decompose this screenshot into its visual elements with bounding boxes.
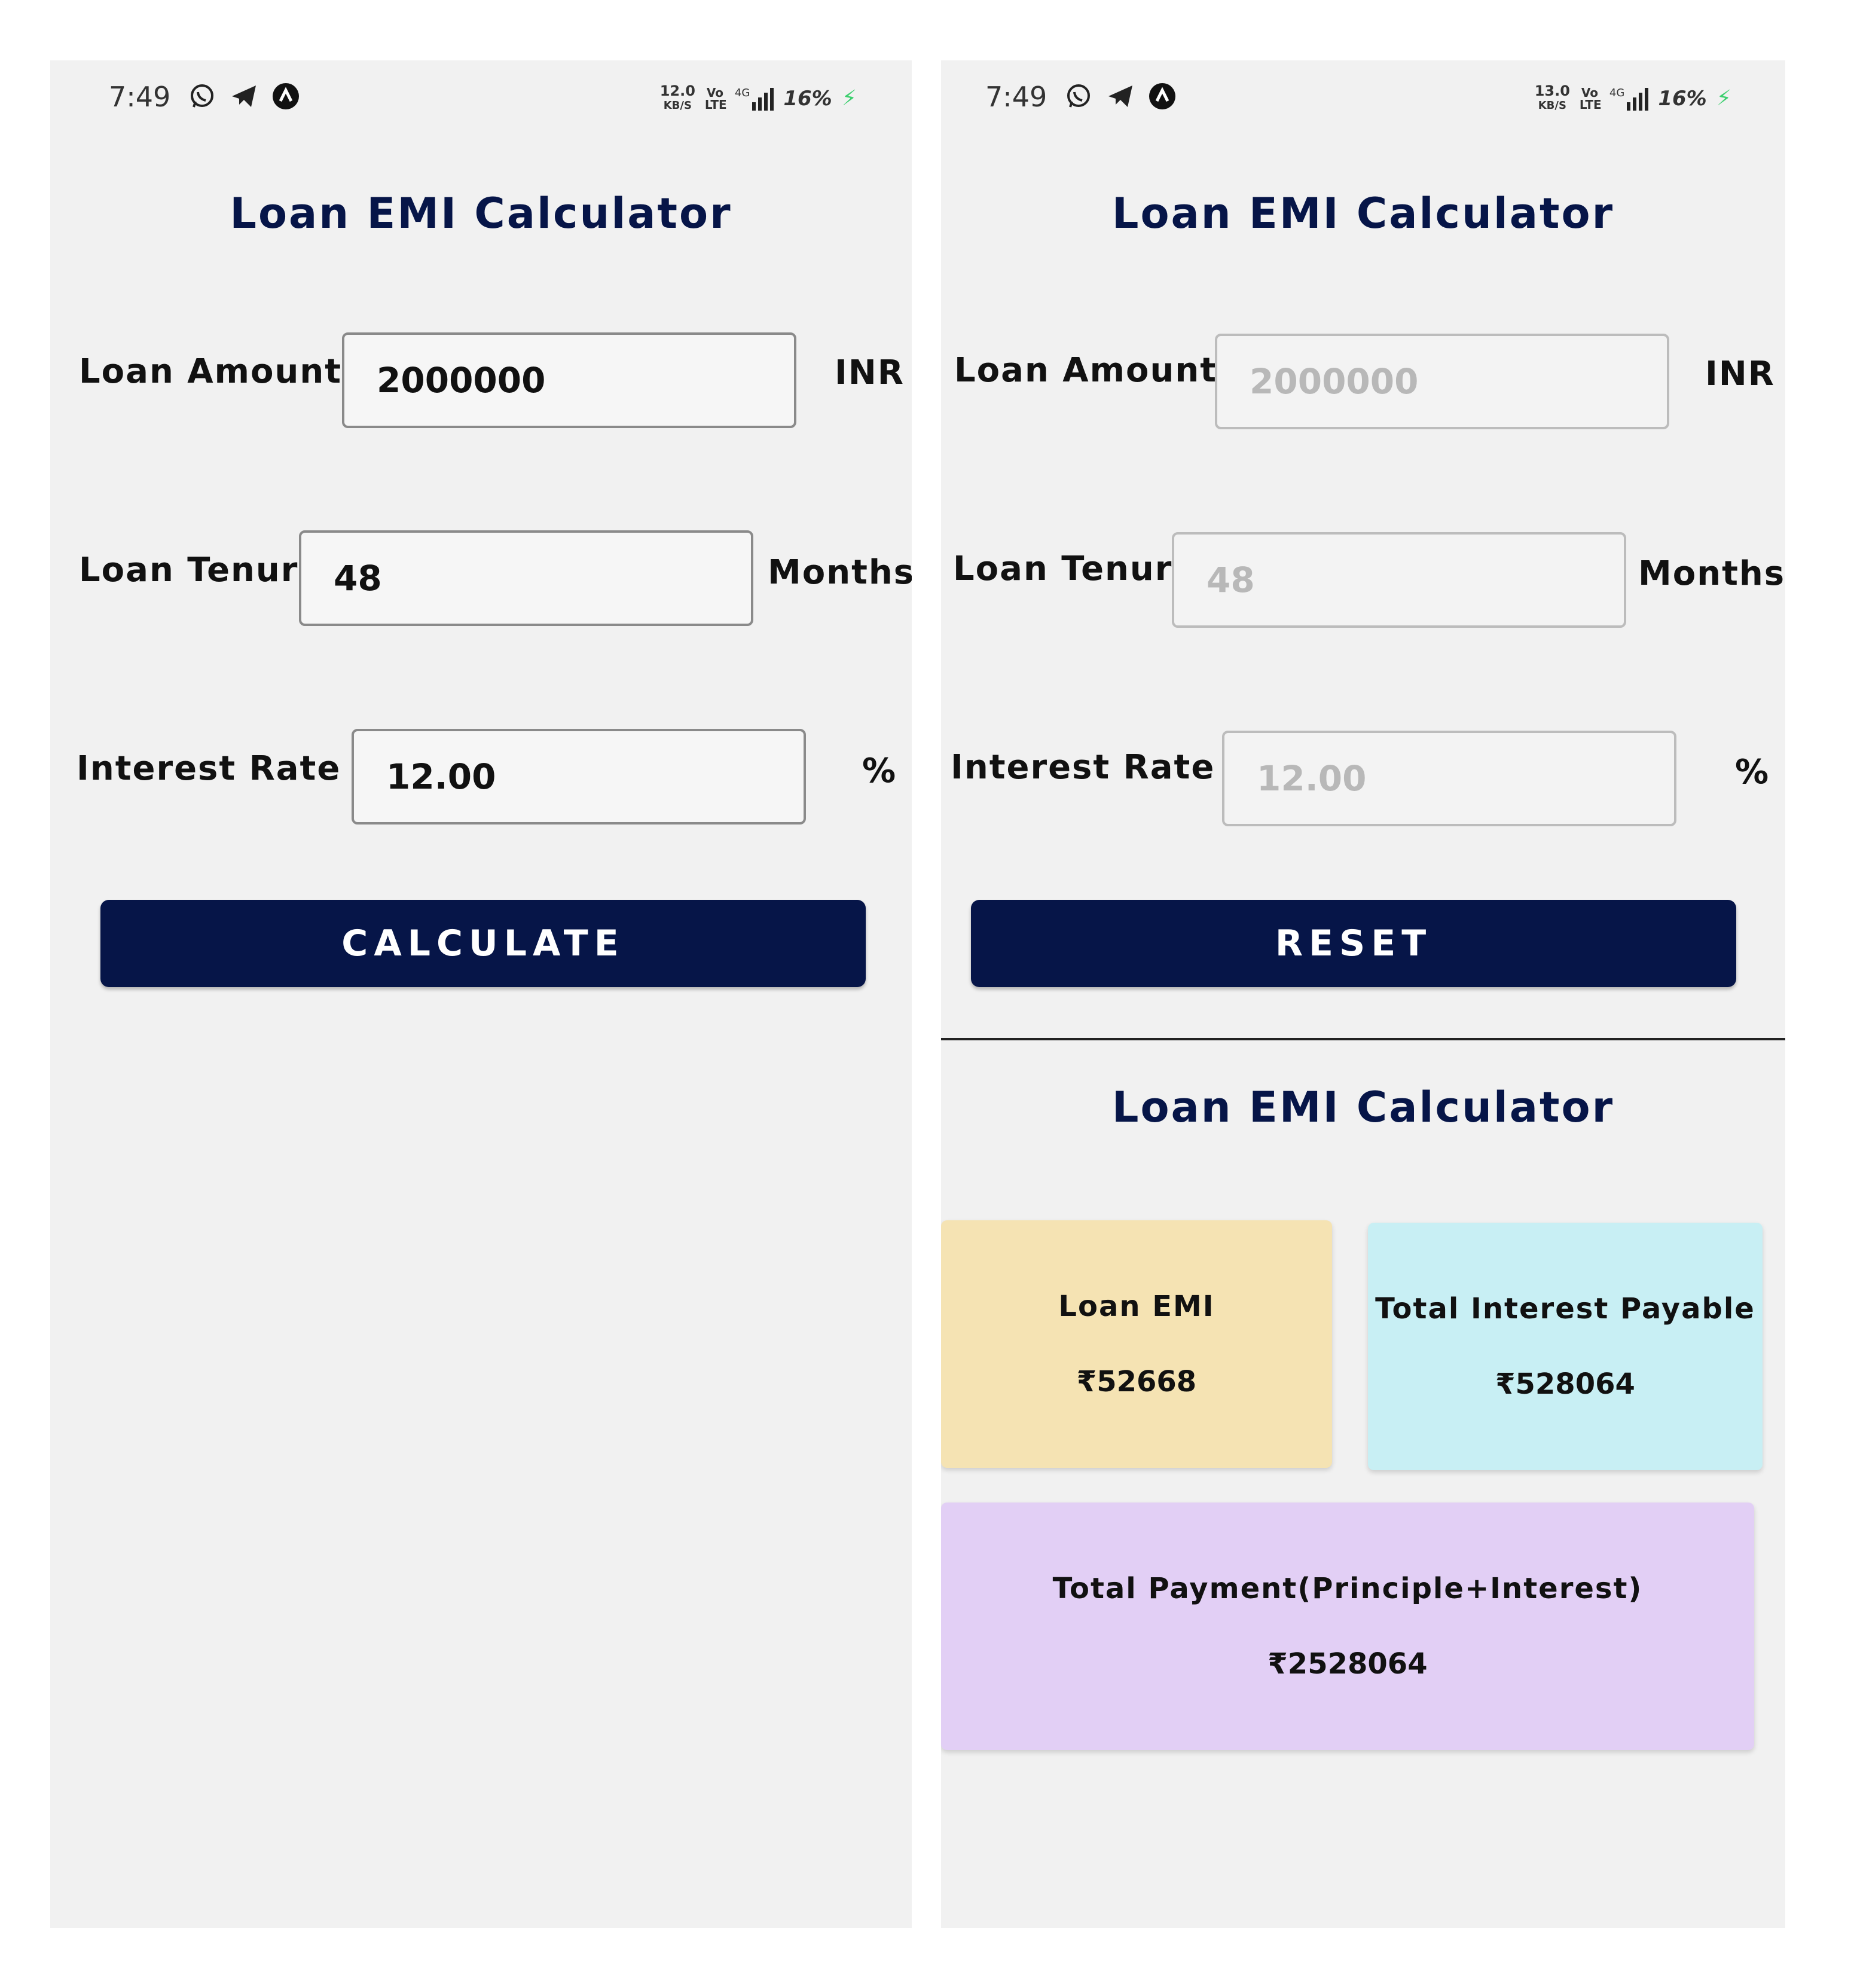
loan-tenure-input[interactable]: 48: [1172, 532, 1626, 628]
loan-tenure-input[interactable]: 48: [299, 530, 753, 626]
loan-amount-unit: INR: [1705, 355, 1775, 393]
status-bar: 7:49 12.0 KB/S Vo LTE 4G 16% ⚡: [50, 60, 912, 138]
loan-amount-label: Loan Amount: [79, 352, 342, 391]
whatsapp-icon: [188, 82, 216, 111]
interest-rate-input[interactable]: 12.00: [1222, 731, 1676, 826]
battery-level: 16%: [1658, 86, 1707, 111]
loan-amount-unit: INR: [835, 353, 905, 392]
total-payment-card: Total Payment(Principle+Interest) ₹25280…: [941, 1503, 1754, 1750]
volte-indicator: Vo LTE: [704, 85, 727, 112]
divider: [941, 1038, 1785, 1040]
interest-rate-label: Interest Rate: [77, 749, 341, 788]
calculator-screen-input: 7:49 12.0 KB/S Vo LTE 4G 16% ⚡ Loan EMI C…: [50, 60, 912, 1928]
total-payment-label: Total Payment(Principle+Interest): [1052, 1572, 1643, 1605]
battery-level: 16%: [783, 86, 832, 111]
reset-button[interactable]: RESET: [971, 900, 1736, 987]
telegram-icon: [230, 82, 258, 111]
calculate-button[interactable]: CALCULATE: [100, 900, 866, 987]
loan-emi-label: Loan EMI: [1058, 1290, 1215, 1323]
total-interest-label: Total Interest Payable: [1375, 1292, 1755, 1326]
loan-tenure-unit: Months: [1638, 554, 1785, 593]
interest-rate-unit: %: [1735, 753, 1770, 792]
app-icon: [1148, 82, 1177, 111]
calculator-screen-result: 7:49 13.0 KB/S Vo LTE 4G 16% ⚡ Loan EMI C…: [941, 60, 1785, 1928]
loan-amount-input[interactable]: 2000000: [342, 332, 796, 428]
loan-amount-label: Loan Amount: [954, 351, 1217, 390]
charging-icon: ⚡: [1716, 86, 1731, 111]
total-interest-value: ₹528064: [1495, 1367, 1635, 1401]
status-bar: 7:49 13.0 KB/S Vo LTE 4G 16% ⚡: [941, 60, 1785, 138]
total-payment-value: ₹2528064: [1267, 1647, 1428, 1681]
signal-icon: 4G: [735, 87, 774, 111]
total-interest-card: Total Interest Payable ₹528064: [1368, 1223, 1763, 1470]
app-icon: [271, 82, 300, 111]
loan-tenure-label: Loan Tenure: [79, 551, 323, 590]
interest-rate-unit: %: [862, 752, 897, 790]
network-speed: 13.0 KB/S: [1534, 83, 1570, 112]
signal-icon: 4G: [1609, 87, 1649, 111]
telegram-icon: [1106, 82, 1135, 111]
status-time: 7:49: [109, 81, 171, 113]
interest-rate-label: Interest Rate: [951, 748, 1215, 787]
loan-amount-input[interactable]: 2000000: [1215, 334, 1669, 429]
whatsapp-icon: [1064, 82, 1093, 111]
loan-tenure-unit: Months: [768, 553, 912, 592]
loan-emi-card: Loan EMI ₹52668: [941, 1220, 1332, 1468]
result-title: Loan EMI Calculator: [1111, 1083, 1615, 1132]
volte-indicator: Vo LTE: [1579, 85, 1602, 112]
network-speed: 12.0 KB/S: [659, 83, 695, 112]
loan-tenure-label: Loan Tenure: [953, 549, 1197, 588]
interest-rate-input[interactable]: 12.00: [352, 729, 806, 824]
status-time: 7:49: [985, 81, 1047, 113]
page-title: Loan EMI Calculator: [230, 189, 732, 238]
charging-icon: ⚡: [841, 86, 857, 111]
page-title: Loan EMI Calculator: [1111, 189, 1615, 238]
loan-emi-value: ₹52668: [1076, 1365, 1197, 1398]
